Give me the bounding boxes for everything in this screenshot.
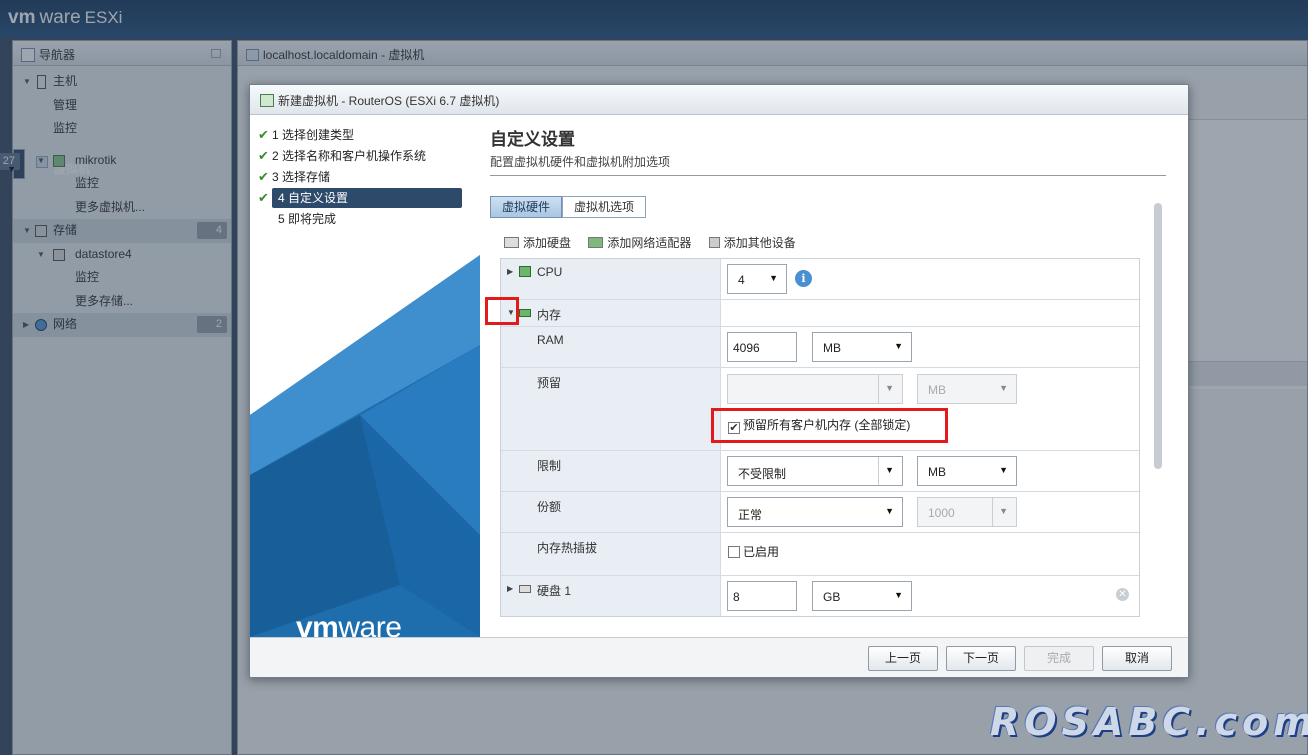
check-icon: ✔ — [258, 190, 269, 205]
vmware-logo: vmware — [296, 611, 402, 637]
disk1-label: 硬盘 1 — [537, 584, 572, 598]
highlight-box-lock-memory — [711, 408, 948, 443]
next-button[interactable]: 下一页 — [946, 646, 1016, 671]
dialog-footer: 上一页 下一页 完成 取消 — [250, 637, 1188, 677]
network-adapter-icon — [588, 237, 604, 248]
step-label: 2 选择名称和客户机操作系统 — [272, 149, 427, 163]
reservation-select[interactable] — [727, 374, 903, 404]
hw-row-shares: 份额 正常 1000 — [501, 492, 1139, 533]
shares-number-input[interactable]: 1000 — [917, 497, 1017, 527]
step-label: 3 选择存储 — [272, 170, 331, 184]
add-disk-button[interactable]: 添加硬盘 — [504, 236, 571, 250]
reservation-unit-select[interactable]: MB — [917, 374, 1017, 404]
cpu-label: CPU — [537, 265, 563, 279]
watermark: ROSABC.com — [990, 700, 1308, 744]
shares-label: 份额 — [537, 500, 562, 514]
check-icon: ✔ — [258, 127, 269, 142]
hw-row-hotplug: 内存热插拔 已启用 — [501, 533, 1139, 576]
disk1-unit-select[interactable]: GB — [812, 581, 912, 611]
page-title: 自定义设置 — [490, 130, 575, 149]
expand-arrow-icon[interactable]: ▶ — [507, 267, 513, 276]
tab-virtual-hardware[interactable]: 虚拟硬件 — [490, 196, 563, 218]
new-vm-dialog: 新建虚拟机 - RouterOS (ESXi 6.7 虚拟机) ✔ 1 选择创建类… — [249, 84, 1189, 678]
new-vm-icon — [260, 94, 274, 107]
step-4-current[interactable]: 4 自定义设置 — [272, 188, 462, 208]
ram-input[interactable]: 4096 — [727, 332, 797, 362]
add-network-adapter-button[interactable]: 添加网络适配器 — [588, 236, 691, 250]
disk-icon — [504, 237, 519, 248]
step-label: 4 自定义设置 — [278, 191, 349, 205]
limit-select[interactable]: 不受限制 — [727, 456, 903, 486]
device-icon — [708, 237, 720, 248]
add-other-device-button[interactable]: 添加其他设备 — [708, 236, 796, 250]
wizard-steps: ✔ 1 选择创建类型 ✔ 2 选择名称和客户机操作系统 ✔ 3 选择存储 ✔ 4 自定… — [250, 115, 480, 637]
checkbox-unchecked-icon[interactable] — [728, 546, 740, 558]
scrollbar[interactable] — [1154, 203, 1162, 469]
step-label: 1 选择创建类型 — [272, 128, 355, 142]
memory-label: 内存 — [537, 308, 562, 322]
cancel-button[interactable]: 取消 — [1102, 646, 1172, 671]
hotplug-label: 内存热插拔 — [537, 541, 598, 555]
dialog-titlebar: 新建虚拟机 - RouterOS (ESXi 6.7 虚拟机) — [250, 85, 1188, 115]
highlight-box-collapse — [485, 297, 519, 325]
cpu-icon — [519, 266, 531, 277]
add-device-toolbar: 添加硬盘 添加网络适配器 添加其他设备 — [504, 234, 810, 251]
step-3[interactable]: ✔ 3 选择存储 — [258, 167, 462, 187]
remove-disk-icon[interactable]: ✕ — [1116, 588, 1129, 601]
step-2[interactable]: ✔ 2 选择名称和客户机操作系统 — [258, 146, 462, 166]
hw-row-cpu: ▶ CPU 4 i — [501, 259, 1139, 300]
hotplug-checkbox[interactable]: 已启用 — [728, 543, 779, 560]
check-icon: ✔ — [258, 148, 269, 163]
dialog-title: 新建虚拟机 - RouterOS (ESXi 6.7 虚拟机) — [278, 94, 500, 108]
step-label: 5 即将完成 — [278, 212, 337, 226]
hw-row-disk1: ▶ 硬盘 1 8 GB ✕ — [501, 576, 1139, 616]
hw-row-ram: RAM 4096 MB — [501, 327, 1139, 368]
step-1[interactable]: ✔ 1 选择创建类型 — [258, 125, 462, 145]
divider — [490, 175, 1166, 176]
step-5[interactable]: 5 即将完成 — [278, 209, 480, 229]
tab-vm-options[interactable]: 虚拟机选项 — [562, 196, 647, 218]
disk1-size-input[interactable]: 8 — [727, 581, 797, 611]
back-button[interactable]: 上一页 — [868, 646, 938, 671]
memory-icon — [519, 309, 531, 317]
ram-unit-select[interactable]: MB — [812, 332, 912, 362]
shares-select[interactable]: 正常 — [727, 497, 903, 527]
limit-label: 限制 — [537, 459, 562, 473]
reservation-label: 预留 — [537, 376, 562, 390]
hw-row-limit: 限制 不受限制 MB — [501, 451, 1139, 492]
cpu-select[interactable]: 4 — [727, 264, 787, 294]
page-subtitle: 配置虚拟机硬件和虚拟机附加选项 — [490, 155, 671, 169]
info-icon[interactable]: i — [795, 270, 812, 287]
tab-bar: 虚拟硬件 虚拟机选项 — [490, 196, 647, 218]
disk-icon — [519, 585, 531, 593]
limit-unit-select[interactable]: MB — [917, 456, 1017, 486]
ram-label: RAM — [537, 333, 564, 347]
finish-button[interactable]: 完成 — [1024, 646, 1094, 671]
hw-row-memory: ▼ 内存 — [501, 300, 1139, 327]
expand-arrow-icon[interactable]: ▶ — [507, 584, 513, 593]
check-icon: ✔ — [258, 169, 269, 184]
customize-settings-panel: 自定义设置 配置虚拟机硬件和虚拟机附加选项 虚拟硬件 虚拟机选项 添加硬盘 添加… — [480, 115, 1188, 637]
